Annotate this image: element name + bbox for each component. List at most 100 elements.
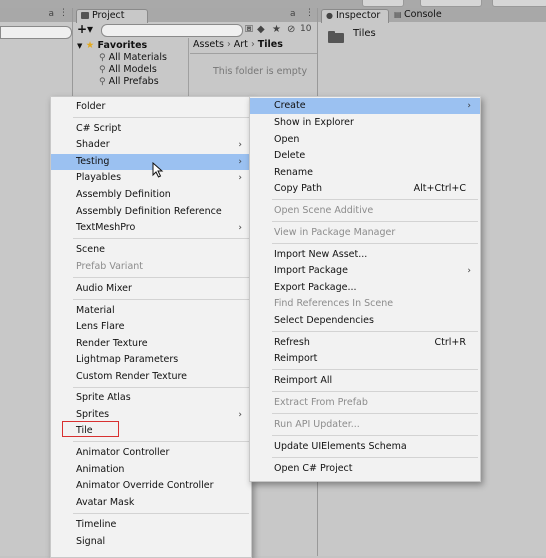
favorite-item[interactable]: ⚲ All Prefabs — [99, 76, 159, 87]
menu-item-open-scene-additive: Open Scene Additive — [274, 205, 374, 216]
search-icon: ⚲ — [99, 53, 106, 63]
create-submenu: Folder C# Script Shader › Testing › Playab… — [50, 96, 252, 558]
tab-project[interactable]: Project — [76, 9, 148, 23]
menu-item-update-uielements-schema[interactable]: Update UIElements Schema — [250, 439, 480, 455]
project-icon — [81, 12, 89, 19]
favorite-star-icon[interactable]: ★ — [272, 23, 281, 36]
menu-separator — [272, 435, 478, 436]
menu-item-material[interactable]: Material — [51, 303, 251, 319]
submenu-arrow-icon: › — [238, 140, 242, 150]
submenu-arrow-icon: › — [238, 173, 242, 183]
menu-item-delete[interactable]: Delete — [250, 148, 480, 164]
menu-separator — [73, 238, 249, 239]
menu-item-playables[interactable]: Playables › — [51, 170, 251, 186]
menu-item-create[interactable]: Create › — [250, 98, 480, 114]
top-toolbar-strip — [0, 0, 546, 8]
lock-icon[interactable]: a — [48, 9, 54, 19]
menu-item-animator-controller[interactable]: Animator Controller — [51, 445, 251, 461]
favorites-header[interactable]: ▼ ★ Favorites — [77, 40, 147, 51]
search-by-label-icon[interactable]: ◆ — [257, 23, 265, 36]
menu-separator — [272, 199, 478, 200]
more-options-icon[interactable]: ⋮ — [305, 8, 314, 18]
breadcrumb-separator: › — [226, 39, 234, 50]
folder-icon — [328, 31, 344, 43]
toolbar-button[interactable] — [492, 0, 546, 7]
star-icon: ★ — [85, 40, 95, 51]
breadcrumb-item[interactable]: Assets — [193, 39, 224, 50]
menu-separator — [272, 369, 478, 370]
menu-item-copy-path[interactable]: Copy Path Alt+Ctrl+C — [250, 181, 480, 197]
menu-item-scene[interactable]: Scene — [51, 242, 251, 258]
more-options-icon[interactable]: ⋮ — [59, 8, 68, 18]
menu-item-show-in-explorer[interactable]: Show in Explorer — [250, 115, 480, 131]
menu-item-reimport-all[interactable]: Reimport All — [250, 373, 480, 389]
menu-separator — [73, 441, 249, 442]
tab-console[interactable]: ▤ Console — [390, 9, 450, 22]
menu-separator — [73, 387, 249, 388]
menu-item-refresh[interactable]: Refresh Ctrl+R — [250, 335, 480, 351]
tile-annotation-box — [62, 421, 119, 437]
project-toolbar: +▾ 🞖 ◆ ★ ⊘ 10 — [73, 23, 317, 37]
menu-item-import-new-asset[interactable]: Import New Asset... — [250, 247, 480, 263]
menu-separator — [73, 117, 249, 118]
menu-item-rename[interactable]: Rename — [250, 165, 480, 181]
empty-folder-message: This folder is empty — [213, 66, 308, 77]
menu-item-textmeshpro[interactable]: TextMeshPro › — [51, 220, 251, 236]
menu-item-assembly-definition-reference[interactable]: Assembly Definition Reference — [51, 204, 251, 220]
menu-separator — [272, 331, 478, 332]
breadcrumb-separator: › — [250, 39, 258, 50]
submenu-arrow-icon: › — [238, 157, 242, 167]
toolbar-button[interactable] — [420, 0, 482, 7]
tab-inspector[interactable]: ● Inspector — [321, 9, 389, 23]
lock-icon[interactable]: a — [290, 9, 296, 19]
menu-item-export-package[interactable]: Export Package... — [250, 280, 480, 296]
menu-item-render-texture[interactable]: Render Texture — [51, 336, 251, 352]
expand-arrow-icon[interactable]: ▼ — [77, 42, 82, 50]
panel-divider — [188, 38, 189, 98]
menu-separator — [272, 457, 478, 458]
menu-item-open[interactable]: Open — [250, 132, 480, 148]
submenu-arrow-icon: › — [238, 410, 242, 420]
menu-item-timeline[interactable]: Timeline — [51, 517, 251, 533]
menu-item-folder[interactable]: Folder — [51, 99, 251, 115]
menu-item-animation[interactable]: Animation — [51, 462, 251, 478]
menu-item-signal[interactable]: Signal — [51, 534, 251, 550]
favorite-item-label: All Prefabs — [108, 76, 159, 87]
menu-item-import-package[interactable]: Import Package › — [250, 263, 480, 279]
favorite-item-label: All Models — [108, 64, 157, 75]
menu-item-open-csharp-project[interactable]: Open C# Project — [250, 461, 480, 477]
menu-item-select-dependencies[interactable]: Select Dependencies — [250, 313, 480, 329]
create-dropdown-button[interactable]: +▾ — [77, 23, 93, 36]
menu-separator — [272, 391, 478, 392]
hidden-packages-icon[interactable]: ⊘ — [287, 23, 295, 36]
favorite-item[interactable]: ⚲ All Materials — [99, 52, 167, 63]
search-by-type-icon[interactable]: 🞖 — [245, 23, 253, 36]
project-search-input[interactable] — [101, 24, 243, 37]
menu-item-csharp-script[interactable]: C# Script — [51, 121, 251, 137]
menu-separator — [73, 299, 249, 300]
shortcut-label: Alt+Ctrl+C — [413, 183, 466, 194]
tab-inspector-label: Inspector — [336, 10, 381, 21]
search-icon: ⚲ — [99, 65, 106, 75]
menu-item-shader[interactable]: Shader › — [51, 137, 251, 153]
menu-item-animator-override-controller[interactable]: Animator Override Controller — [51, 478, 251, 494]
menu-item-audio-mixer[interactable]: Audio Mixer — [51, 281, 251, 297]
menu-item-find-references-in-scene: Find References In Scene — [274, 298, 394, 309]
menu-item-assembly-definition[interactable]: Assembly Definition — [51, 187, 251, 203]
breadcrumb-item[interactable]: Tiles — [258, 39, 283, 50]
inspected-asset-name: Tiles — [353, 28, 376, 39]
menu-item-testing[interactable]: Testing › — [51, 154, 251, 170]
shortcut-label: Ctrl+R — [434, 337, 466, 348]
menu-item-lightmap-parameters[interactable]: Lightmap Parameters — [51, 352, 251, 368]
hierarchy-search-input[interactable] — [0, 26, 72, 39]
menu-item-lens-flare[interactable]: Lens Flare — [51, 319, 251, 335]
toolbar-button[interactable] — [362, 0, 404, 7]
breadcrumb-item[interactable]: Art — [234, 39, 248, 50]
menu-item-avatar-mask[interactable]: Avatar Mask — [51, 495, 251, 511]
menu-item-custom-render-texture[interactable]: Custom Render Texture — [51, 369, 251, 385]
menu-item-sprite-atlas[interactable]: Sprite Atlas — [51, 390, 251, 406]
menu-separator — [272, 243, 478, 244]
favorite-item[interactable]: ⚲ All Models — [99, 64, 157, 75]
menu-item-extract-from-prefab: Extract From Prefab — [274, 397, 368, 408]
menu-item-reimport[interactable]: Reimport — [250, 351, 480, 367]
